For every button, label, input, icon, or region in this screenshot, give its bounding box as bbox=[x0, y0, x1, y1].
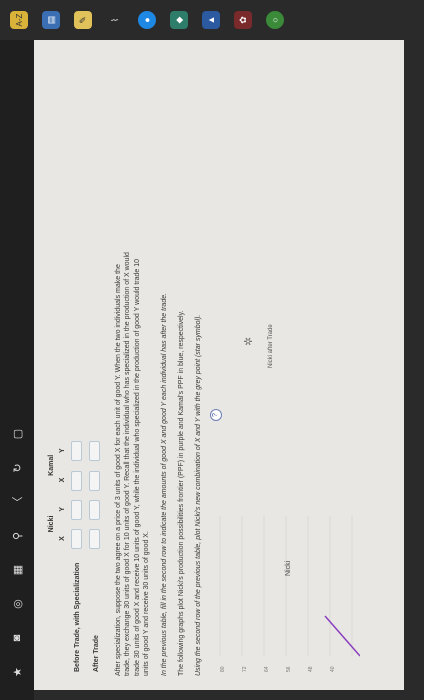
graph-grid bbox=[219, 516, 353, 656]
y-tick-labels: 80 72 64 56 48 40 bbox=[220, 666, 336, 672]
nicki-y-after-input[interactable] bbox=[89, 499, 101, 520]
trade-table: Nicki Kamal X Y X Y Before Trade, with S… bbox=[46, 436, 106, 676]
app-dock: A-Z ▤ ✎ ⌇ ● ◆ ▲ ✿ ○ bbox=[0, 0, 424, 40]
y-tick-label: 64 bbox=[264, 666, 270, 672]
y-tick-label: 56 bbox=[286, 666, 292, 672]
kamal-y-before-input[interactable] bbox=[70, 441, 82, 462]
chat-icon[interactable]: 〈 bbox=[9, 494, 25, 510]
az-icon[interactable]: A-Z bbox=[10, 11, 28, 29]
box-icon[interactable]: ▢ bbox=[9, 426, 25, 442]
grid-icon[interactable]: ▦ bbox=[9, 562, 25, 578]
row-label: Before Trade, with Specialization bbox=[74, 562, 82, 672]
nicki-graph-svg[interactable]: Nicki 80 72 64 56 48 40 ✲ Nicki after Trade bbox=[210, 216, 361, 676]
instruction-plot: Using the second row of the previous tab… bbox=[195, 314, 203, 676]
nicki-x-before-input[interactable] bbox=[70, 529, 82, 550]
calendar-icon[interactable]: ▤ bbox=[42, 11, 60, 29]
y-tick-label: 80 bbox=[220, 666, 226, 672]
circle-icon[interactable]: ◎ bbox=[9, 596, 25, 612]
wifi-icon[interactable]: ⌇ bbox=[106, 11, 124, 29]
star-symbol-icon[interactable]: ✲ bbox=[243, 337, 255, 346]
screen: ★ ◙ ◎ ▦ ⚲ 〈 ↻ ▢ Nicki Kamal X Y X Y Befo… bbox=[0, 0, 424, 700]
col-header-x: X bbox=[59, 477, 67, 483]
note-icon[interactable]: ✎ bbox=[74, 11, 92, 29]
legend-label: Nicki after Trade bbox=[268, 324, 274, 368]
col-header-y: Y bbox=[59, 448, 67, 454]
y-tick-label: 40 bbox=[330, 666, 336, 672]
shield-icon[interactable]: ▲ bbox=[202, 11, 220, 29]
star-icon[interactable]: ★ bbox=[9, 664, 25, 680]
instruction-ppf: The following graphs plot Nicki's produc… bbox=[177, 310, 185, 676]
problem-page: Nicki Kamal X Y X Y Before Trade, with S… bbox=[34, 40, 404, 690]
nicki-y-before-input[interactable] bbox=[70, 499, 82, 520]
table-row: Before Trade, with Specialization bbox=[69, 436, 87, 676]
chrome-icon[interactable]: ◆ bbox=[170, 11, 188, 29]
y-tick-label: 72 bbox=[242, 666, 248, 672]
kamal-x-after-input[interactable] bbox=[89, 470, 101, 491]
refresh-icon[interactable]: ↻ bbox=[9, 460, 25, 476]
trade-description: After specialization, suppose the two ag… bbox=[114, 252, 151, 676]
graph-title: Nicki bbox=[285, 560, 292, 576]
col-header-y: Y bbox=[59, 506, 67, 512]
y-tick-label: 48 bbox=[308, 666, 314, 672]
table-row: After Trade bbox=[87, 436, 105, 676]
help-icon[interactable]: ? bbox=[209, 409, 222, 421]
blue-icon[interactable]: ● bbox=[138, 11, 156, 29]
nicki-x-after-input[interactable] bbox=[89, 529, 101, 550]
kamal-y-after-input[interactable] bbox=[89, 441, 101, 462]
group-header-nicki: Nicki bbox=[48, 515, 55, 533]
kamal-x-before-input[interactable] bbox=[70, 470, 82, 491]
group-header-kamal: Kamal bbox=[48, 454, 55, 476]
nicki-graph: Nicki 80 72 64 56 48 40 ✲ Nicki after Trade ? bbox=[209, 216, 361, 676]
row-label: After Trade bbox=[92, 635, 100, 672]
taskbar: ★ ◙ ◎ ▦ ⚲ 〈 ↻ ▢ bbox=[0, 0, 34, 700]
pin-icon[interactable]: ⚲ bbox=[9, 528, 25, 544]
circle-green-icon[interactable]: ○ bbox=[266, 11, 284, 29]
photo-stage: ★ ◙ ◎ ▦ ⚲ 〈 ↻ ▢ Nicki Kamal X Y X Y Befo… bbox=[0, 0, 424, 700]
col-header-x: X bbox=[59, 536, 67, 541]
instruction-fill-row: In the previous table, fill in the secon… bbox=[160, 292, 168, 676]
camera-icon[interactable]: ◙ bbox=[9, 630, 25, 646]
flower-icon[interactable]: ✿ bbox=[234, 11, 252, 29]
